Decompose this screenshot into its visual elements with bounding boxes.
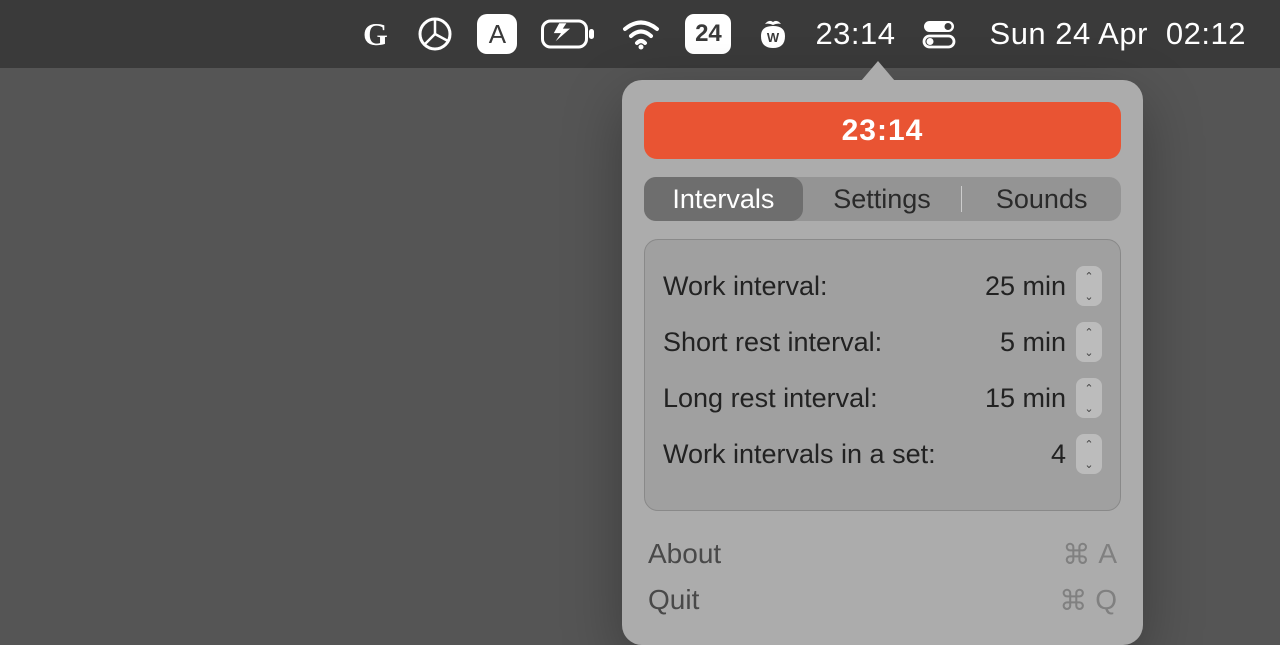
chevron-down-icon: ⌄ xyxy=(1076,454,1102,474)
chevron-down-icon: ⌄ xyxy=(1076,398,1102,418)
tab-intervals[interactable]: Intervals xyxy=(644,177,803,221)
setting-long-rest: Long rest interval: 15 min ⌃ ⌄ xyxy=(663,370,1102,426)
keyboard-shortcut: ⌘ Q xyxy=(1059,584,1117,617)
long-rest-stepper[interactable]: ⌃ ⌄ xyxy=(1076,378,1102,418)
toggles-icon xyxy=(920,15,958,53)
footer-label: About xyxy=(648,538,1062,570)
quit-menu-item[interactable]: Quit ⌘ Q xyxy=(644,577,1121,623)
pie-chart-icon xyxy=(417,16,453,52)
chevron-up-icon: ⌃ xyxy=(1076,266,1102,286)
menubar-timer-text[interactable]: 23:14 xyxy=(815,16,895,52)
control-center-icon[interactable] xyxy=(920,16,958,52)
chevron-up-icon: ⌃ xyxy=(1076,378,1102,398)
chevron-up-icon: ⌃ xyxy=(1076,322,1102,342)
calendar-icon[interactable]: 24 xyxy=(685,16,731,52)
timer-display-button[interactable]: 23:14 xyxy=(644,102,1121,159)
menubar-time[interactable]: 02:12 xyxy=(1166,16,1246,52)
footer-label: Quit xyxy=(648,584,1059,616)
chevron-down-icon: ⌄ xyxy=(1076,342,1102,362)
setting-label: Long rest interval: xyxy=(663,383,985,414)
grammarly-icon[interactable]: G xyxy=(357,16,393,52)
shortcut-key: A xyxy=(1098,538,1117,570)
pie-icon[interactable] xyxy=(417,16,453,52)
chevron-down-icon: ⌄ xyxy=(1076,286,1102,306)
wifi-icon[interactable] xyxy=(621,16,661,52)
menubar: G A 24 W xyxy=(0,0,1280,68)
pomodoro-app-icon[interactable]: W xyxy=(755,16,791,52)
command-icon: ⌘ xyxy=(1059,584,1087,617)
chevron-up-icon: ⌃ xyxy=(1076,434,1102,454)
setting-value: 25 min xyxy=(985,271,1066,302)
setting-value: 4 xyxy=(1051,439,1066,470)
tab-sounds[interactable]: Sounds xyxy=(962,177,1121,221)
setting-label: Work interval: xyxy=(663,271,985,302)
input-source-icon[interactable]: A xyxy=(477,16,517,52)
battery-icon[interactable] xyxy=(541,16,597,52)
shortcut-key: Q xyxy=(1095,584,1117,616)
popover-arrow xyxy=(861,61,895,81)
wifi-signal-icon xyxy=(621,14,661,54)
setting-intervals-in-set: Work intervals in a set: 4 ⌃ ⌄ xyxy=(663,426,1102,482)
about-menu-item[interactable]: About ⌘ A xyxy=(644,531,1121,577)
keyboard-shortcut: ⌘ A xyxy=(1062,538,1117,571)
setting-value: 15 min xyxy=(985,383,1066,414)
setting-label: Work intervals in a set: xyxy=(663,439,1051,470)
svg-text:W: W xyxy=(767,30,780,45)
tabs-container: Intervals Settings Sounds xyxy=(644,177,1121,221)
command-icon: ⌘ xyxy=(1062,538,1090,571)
timer-popover: 23:14 Intervals Settings Sounds Work int… xyxy=(622,80,1143,645)
intervals-settings-panel: Work interval: 25 min ⌃ ⌄ Short rest int… xyxy=(644,239,1121,511)
setting-work-interval: Work interval: 25 min ⌃ ⌄ xyxy=(663,258,1102,314)
short-rest-stepper[interactable]: ⌃ ⌄ xyxy=(1076,322,1102,362)
work-interval-stepper[interactable]: ⌃ ⌄ xyxy=(1076,266,1102,306)
battery-charging-icon xyxy=(541,17,597,51)
menubar-date[interactable]: Sun 24 Apr xyxy=(990,16,1148,52)
setting-label: Short rest interval: xyxy=(663,327,1000,358)
intervals-set-stepper[interactable]: ⌃ ⌄ xyxy=(1076,434,1102,474)
tab-settings[interactable]: Settings xyxy=(803,177,962,221)
setting-short-rest: Short rest interval: 5 min ⌃ ⌄ xyxy=(663,314,1102,370)
setting-value: 5 min xyxy=(1000,327,1066,358)
tomato-icon: W xyxy=(755,16,791,52)
